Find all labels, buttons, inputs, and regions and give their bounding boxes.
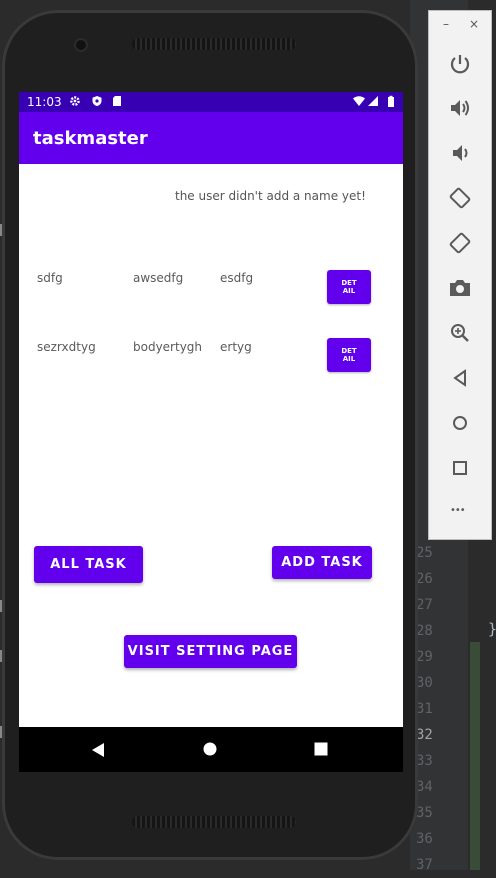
detail-button-label: DETAIL [341,347,357,363]
overview-icon[interactable] [447,455,473,481]
user-name-message: the user didn't add a name yet! [175,189,366,203]
app-title: taskmaster [33,128,148,149]
more-icon[interactable]: ••• [450,505,466,516]
app-bar: taskmaster [19,112,403,164]
line-number: 35 [416,805,433,821]
navigation-bar [19,727,403,772]
emulator-control-panel: – × ••• [428,10,492,540]
home-icon[interactable] [203,742,217,756]
line-number: 26 [416,571,433,587]
volume-down-icon[interactable] [447,140,473,166]
sd-card-icon [113,96,121,106]
front-camera [74,38,88,52]
shield-icon [92,96,102,106]
back-icon[interactable] [91,742,105,758]
line-number: 30 [416,675,433,691]
detail-button-label: DETAIL [341,279,357,295]
line-number: 33 [416,753,433,769]
line-number: 36 [416,831,433,847]
back-icon[interactable] [447,365,473,391]
task-body: bodyertygh [133,340,203,354]
volume-up-icon[interactable] [447,95,473,121]
home-icon[interactable] [447,410,473,436]
recents-icon[interactable] [314,742,328,756]
rotate-left-icon[interactable] [447,185,473,211]
wifi-icon [353,96,365,106]
battery-icon [388,95,394,107]
task-state: ertyg [220,340,252,354]
visit-setting-page-button[interactable]: VISIT SETTING PAGE [124,635,297,668]
line-number: 29 [416,649,433,665]
task-state: esdfg [220,271,254,285]
top-speaker [132,38,296,50]
line-number: 27 [416,597,433,613]
signal-icon [368,96,378,106]
detail-button[interactable]: DETAIL [327,270,371,304]
line-number: 25 [416,545,433,561]
bottom-speaker [132,816,296,828]
status-time: 11:03 [27,95,62,109]
add-task-button[interactable]: ADD TASK [272,546,372,579]
device-screen: 11:03 taskmaster the user didn't add a n… [19,92,403,772]
settings-icon [70,96,80,106]
camera-icon[interactable] [447,275,473,301]
line-number: 37 [416,857,433,873]
status-bar: 11:03 [19,92,403,112]
line-number-current: 32 [416,727,433,743]
code-brace: } [488,620,496,638]
minimize-icon[interactable]: – [443,17,449,31]
zoom-icon[interactable] [447,320,473,346]
task-title: sezrxdtyg [37,340,96,354]
task-body: awsedfg [133,271,184,285]
rotate-right-icon[interactable] [447,230,473,256]
detail-button[interactable]: DETAIL [327,338,371,372]
line-number: 34 [416,779,433,795]
all-task-button[interactable]: ALL TASK [34,546,143,583]
close-icon[interactable]: × [469,17,479,31]
line-number: 28 [416,623,433,639]
vcs-change-marker [470,642,480,870]
line-number: 31 [416,701,433,717]
power-icon[interactable] [447,51,473,77]
task-title: sdfg [37,271,63,285]
